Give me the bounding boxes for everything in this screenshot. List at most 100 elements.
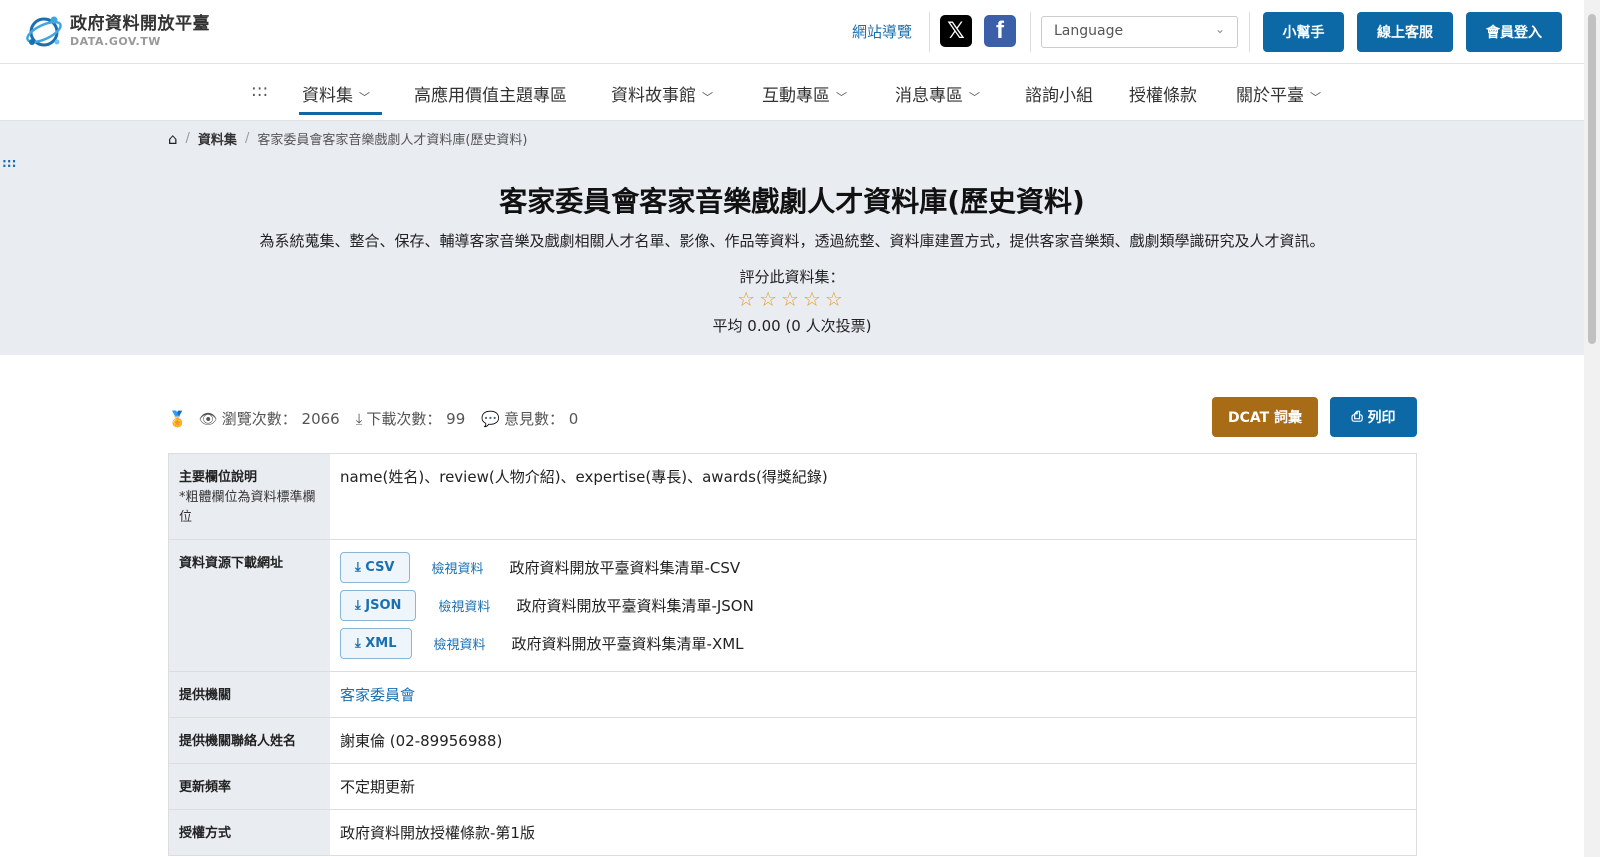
nav-item-interactive[interactable]: 互動專區 ﹀ (762, 81, 847, 106)
format-label: CSV (365, 560, 395, 575)
row-header: 更新頻率 (169, 764, 330, 809)
resources-label: 資料資源下載網址 (179, 556, 284, 571)
site-navigation-link[interactable]: 網站導覽 (852, 21, 912, 42)
breadcrumb-separator: / (185, 131, 190, 146)
chevron-down-icon: ﹀ (1310, 91, 1321, 104)
breadcrumb-separator: / (244, 131, 250, 146)
resource-name: 政府資料開放平臺資料集清單-JSON (516, 597, 754, 615)
rating-stars[interactable]: ☆☆☆☆☆ (0, 287, 1584, 311)
nav-item-label: 關於平臺 (1236, 86, 1304, 106)
download-xml-button[interactable]: ⤓ XML (340, 628, 412, 659)
chevron-down-icon: ﹀ (969, 91, 980, 104)
download-icon: ⤓ (355, 598, 366, 613)
comments-stat: 💬 意見數： 0 (481, 408, 578, 429)
site-logo[interactable]: 政府資料開放平臺 DATA.GOV.TW (24, 12, 210, 50)
fields-value: name(姓名)、review(人物介紹)、expertise(專長)、awar… (340, 468, 828, 486)
fields-note: *粗體欄位為資料標準欄位 (179, 490, 316, 525)
nav-item-license[interactable]: 授權條款 (1129, 81, 1197, 106)
logo-subtitle: DATA.GOV.TW (70, 34, 161, 48)
contact-value: 謝東倫 (02-89956988) (340, 732, 503, 750)
eye-icon: 👁 (198, 409, 218, 428)
nav-accesskey-dots[interactable]: ::: (251, 81, 268, 101)
chevron-down-icon: ﹀ (359, 91, 370, 104)
print-button[interactable]: ⎙ 列印 (1330, 397, 1417, 437)
resource-name: 政府資料開放平臺資料集清單-CSV (509, 559, 741, 577)
home-icon[interactable]: ⌂ (168, 130, 178, 148)
comments-icon: 💬 (481, 409, 500, 428)
logo-icon (24, 12, 64, 50)
row-header: 提供機關 (169, 672, 330, 717)
nav-item-label: 消息專區 (895, 86, 963, 106)
resource-item: ⤓ XML 檢視資料 政府資料開放平臺資料集清單-XML (340, 628, 1406, 659)
top-header: 政府資料開放平臺 DATA.GOV.TW 網站導覽 𝕏 f Language ⌄… (0, 0, 1584, 64)
nav-item-advisory[interactable]: 諮詢小組 (1025, 81, 1093, 106)
comments-label: 意見數： (503, 410, 564, 428)
table-row: 授權方式 政府資料開放授權條款-第1版 (169, 810, 1416, 855)
row-header: 資料資源下載網址 (169, 540, 330, 671)
table-row: 提供機關 客家委員會 (169, 672, 1416, 718)
dataset-description: 為系統蒐集、整合、保存、輔導客家音樂及戲劇相關人才名單、影像、作品等資料，透過統… (259, 232, 1325, 250)
language-select[interactable]: Language ⌄ (1041, 16, 1238, 48)
language-select-value: Language (1054, 23, 1124, 39)
views-count: 2066 (301, 409, 340, 428)
downloads-count: 99 (446, 409, 466, 428)
download-icon: ⤓ (355, 560, 366, 575)
table-row: 資料資源下載網址 ⤓ CSV 檢視資料 政府資料開放平臺資料集清單-CSV ⤓ … (169, 540, 1416, 672)
member-login-button[interactable]: 會員登入 (1466, 12, 1562, 52)
dataset-info-table: 主要欄位說明 *粗體欄位為資料標準欄位 name(姓名)、review(人物介紹… (168, 453, 1417, 856)
format-label: XML (365, 636, 397, 651)
main-navigation: ::: 資料集 ﹀ 高應用價值主題專區 資料故事館 ﹀ 互動專區 ﹀ 消息專區 ﹀ 諮詢… (0, 64, 1584, 121)
view-data-link[interactable]: 檢視資料 (438, 596, 490, 615)
download-json-button[interactable]: ⤓ JSON (340, 590, 417, 621)
facebook-icon[interactable]: f (984, 15, 1016, 47)
download-icon: ⤓ (355, 409, 363, 428)
table-row: 更新頻率 不定期更新 (169, 764, 1416, 810)
resources-value: ⤓ CSV 檢視資料 政府資料開放平臺資料集清單-CSV ⤓ JSON 檢視資料… (330, 540, 1416, 671)
print-icon: ⎙ (1351, 409, 1368, 425)
nav-active-indicator (299, 112, 382, 115)
rating-average: 平均 0.00 (0 人次投票) (712, 317, 872, 335)
view-data-link[interactable]: 檢視資料 (434, 634, 486, 653)
content-accesskey-dots[interactable]: ::: (2, 156, 16, 170)
resource-item: ⤓ JSON 檢視資料 政府資料開放平臺資料集清單-JSON (340, 590, 1406, 621)
breadcrumb: ⌂ / 資料集 / 客家委員會客家音樂戲劇人才資料庫(歷史資料) (168, 129, 528, 149)
download-csv-button[interactable]: ⤓ CSV (340, 552, 410, 583)
row-header: 提供機關聯絡人姓名 (169, 718, 330, 763)
dcat-button[interactable]: DCAT 詞彙 (1212, 397, 1318, 437)
breadcrumb-datasets[interactable]: 資料集 (198, 129, 237, 148)
x-twitter-icon[interactable]: 𝕏 (940, 15, 972, 47)
view-data-link[interactable]: 檢視資料 (432, 558, 484, 577)
dataset-stats: 🏅 👁 瀏覽次數： 2066 ⤓ 下載次數： 99 💬 意見數： 0 (168, 408, 594, 429)
logo-title: 政府資料開放平臺 (70, 13, 210, 34)
agency-link[interactable]: 客家委員會 (340, 686, 415, 704)
resource-item: ⤓ CSV 檢視資料 政府資料開放平臺資料集清單-CSV (340, 552, 1406, 583)
nav-item-stories[interactable]: 資料故事館 ﹀ (611, 81, 713, 106)
resource-name: 政府資料開放平臺資料集清單-XML (511, 635, 744, 653)
row-header: 授權方式 (169, 810, 330, 855)
online-support-button[interactable]: 線上客服 (1357, 12, 1453, 52)
row-header: 主要欄位說明 *粗體欄位為資料標準欄位 (169, 454, 330, 539)
nav-item-news[interactable]: 消息專區 ﹀ (895, 81, 980, 106)
divider (1249, 12, 1250, 52)
downloads-stat: ⤓ 下載次數： 99 (356, 408, 466, 429)
comments-count: 0 (568, 409, 579, 428)
nav-item-datasets[interactable]: 資料集 ﹀ (302, 81, 370, 106)
divider (929, 12, 930, 52)
scrollbar-thumb[interactable] (1588, 14, 1596, 344)
frequency-value: 不定期更新 (340, 778, 416, 796)
nav-item-label: 資料集 (302, 86, 353, 106)
page-scrollbar[interactable] (1584, 0, 1600, 857)
table-row: 提供機關聯絡人姓名 謝東倫 (02-89956988) (169, 718, 1416, 764)
chevron-down-icon: ﹀ (836, 91, 847, 104)
nav-item-label: 資料故事館 (611, 86, 696, 106)
chevron-down-icon: ⌄ (1214, 22, 1225, 36)
nav-item-about[interactable]: 關於平臺 ﹀ (1236, 81, 1321, 106)
breadcrumb-current: 客家委員會客家音樂戲劇人才資料庫(歷史資料) (257, 133, 528, 148)
page-title: 客家委員會客家音樂戲劇人才資料庫(歷史資料) (499, 185, 1085, 218)
helper-button[interactable]: 小幫手 (1263, 12, 1344, 52)
format-label: JSON (365, 598, 402, 613)
medal-icon: 🏅 (168, 409, 187, 428)
download-icon: ⤓ (355, 636, 366, 651)
nav-item-high-value[interactable]: 高應用價值主題專區 (414, 81, 567, 106)
chevron-down-icon: ﹀ (702, 91, 713, 104)
